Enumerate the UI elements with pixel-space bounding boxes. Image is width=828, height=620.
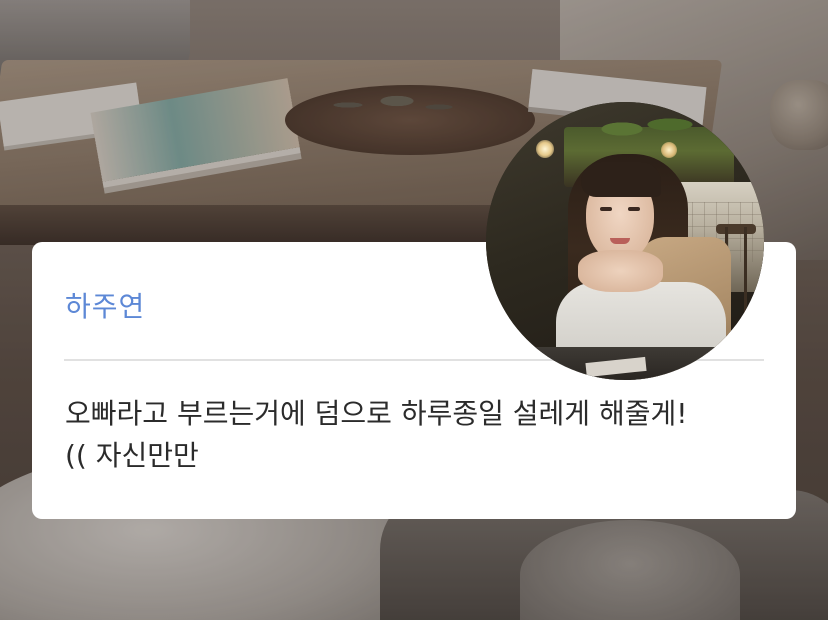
avatar-photo-eye [600, 207, 612, 211]
avatar-photo-bangs [581, 162, 661, 197]
avatar[interactable] [486, 102, 764, 380]
message-body: 오빠라고 부르는거에 덤으로 하루종일 설레게 해줄게! (( 자신만만 [65, 393, 765, 477]
screen: 하주연 오빠라고 부르는거에 덤으로 하루종일 설레게 해줄게! (( 자신만만 [0, 0, 828, 620]
avatar-photo-mouth [610, 238, 630, 244]
message-line: (( 자신만만 [65, 439, 199, 472]
sender-name: 하주연 [65, 290, 146, 323]
message-line: 오빠라고 부르는거에 덤으로 하루종일 설레게 해줄게! [65, 397, 688, 430]
avatar-photo-light [536, 140, 554, 158]
avatar-photo-eye [628, 207, 640, 211]
avatar-photo-light [661, 142, 677, 158]
avatar-photo-hands [578, 250, 663, 292]
avatar-photo-plant [586, 102, 706, 147]
